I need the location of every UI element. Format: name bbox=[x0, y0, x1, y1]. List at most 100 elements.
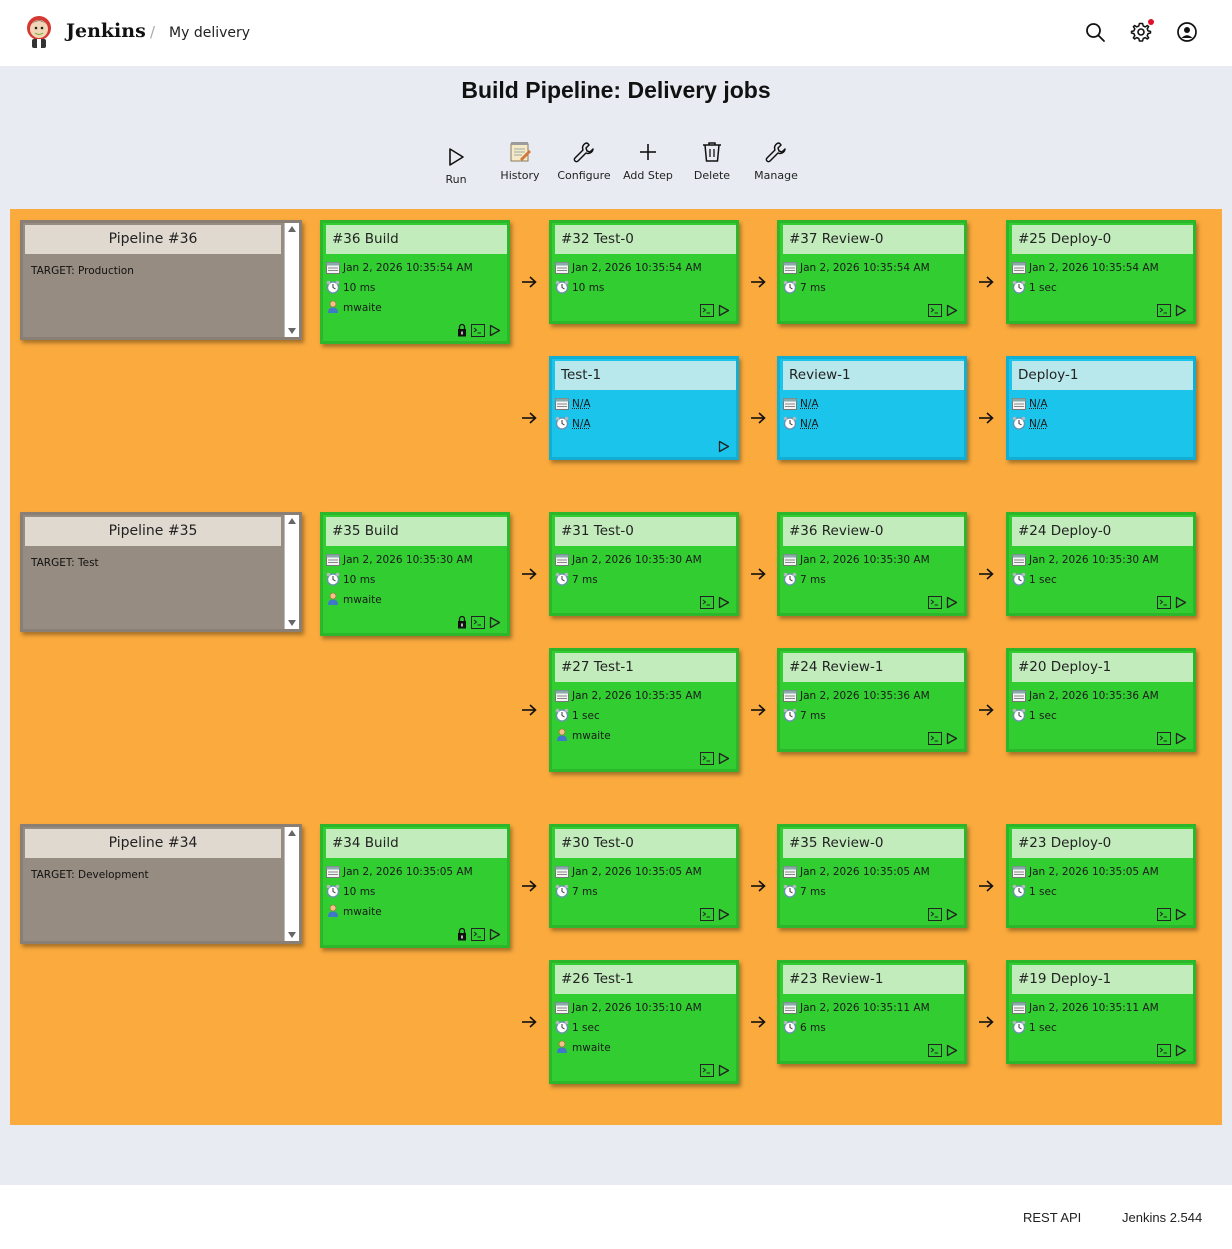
rerun-button[interactable] bbox=[1175, 1042, 1187, 1061]
history-button[interactable]: History bbox=[488, 140, 552, 182]
scroll-up-icon[interactable] bbox=[288, 830, 296, 836]
console-button[interactable] bbox=[1157, 1042, 1171, 1061]
user-account-icon[interactable] bbox=[1176, 21, 1198, 43]
card-title[interactable]: #24 Review-1 bbox=[783, 653, 964, 682]
card-title[interactable]: #32 Test-0 bbox=[555, 225, 736, 254]
rerun-button[interactable] bbox=[489, 322, 501, 341]
console-button[interactable] bbox=[928, 730, 942, 749]
build-card[interactable]: #34 Build Jan 2, 2026 10:35:05 AM 10 ms mwa… bbox=[320, 824, 510, 948]
brand-name[interactable]: Jenkins bbox=[66, 20, 146, 42]
card-title[interactable]: #24 Deploy-0 bbox=[1012, 517, 1193, 546]
card-title[interactable]: #36 Build bbox=[326, 225, 507, 254]
lock-button[interactable] bbox=[457, 322, 467, 341]
scroll-up-icon[interactable] bbox=[288, 226, 296, 232]
pipeline-summary-box[interactable]: Pipeline #36 TARGET: Production bbox=[20, 220, 302, 340]
console-button[interactable] bbox=[928, 906, 942, 925]
console-button[interactable] bbox=[700, 906, 714, 925]
stage-card[interactable]: #37 Review-0 Jan 2, 2026 10:35:54 AM 7 ms bbox=[777, 220, 967, 324]
stage-card[interactable]: #30 Test-0 Jan 2, 2026 10:35:05 AM 7 ms bbox=[549, 824, 739, 928]
pipeline-title[interactable]: Pipeline #35 bbox=[25, 517, 281, 546]
rerun-button[interactable] bbox=[718, 594, 730, 613]
rerun-button[interactable] bbox=[718, 438, 730, 457]
console-button[interactable] bbox=[1157, 906, 1171, 925]
stage-card[interactable]: Review-1 N/A N/A bbox=[777, 356, 967, 460]
console-button[interactable] bbox=[700, 594, 714, 613]
rerun-button[interactable] bbox=[946, 302, 958, 321]
lock-button[interactable] bbox=[457, 614, 467, 633]
stage-card[interactable]: Test-1 N/A N/A bbox=[549, 356, 739, 460]
pipeline-title[interactable]: Pipeline #34 bbox=[25, 829, 281, 858]
stage-card[interactable]: #26 Test-1 Jan 2, 2026 10:35:10 AM 1 sec mw… bbox=[549, 960, 739, 1084]
card-title[interactable]: Deploy-1 bbox=[1012, 361, 1193, 390]
scroll-up-icon[interactable] bbox=[288, 518, 296, 524]
manage-button[interactable]: Manage bbox=[744, 140, 808, 182]
console-button[interactable] bbox=[700, 1062, 714, 1081]
card-title[interactable]: #34 Build bbox=[326, 829, 507, 858]
rerun-button[interactable] bbox=[718, 1062, 730, 1081]
rerun-button[interactable] bbox=[1175, 302, 1187, 321]
stage-card[interactable]: #35 Review-0 Jan 2, 2026 10:35:05 AM 7 ms bbox=[777, 824, 967, 928]
scroll-down-icon[interactable] bbox=[288, 932, 296, 938]
jenkins-version-link[interactable]: Jenkins 2.544 bbox=[1122, 1210, 1202, 1225]
console-button[interactable] bbox=[1157, 302, 1171, 321]
card-title[interactable]: Test-1 bbox=[555, 361, 736, 390]
rerun-button[interactable] bbox=[718, 750, 730, 769]
lock-button[interactable] bbox=[457, 926, 467, 945]
console-button[interactable] bbox=[471, 614, 485, 633]
pipeline-summary-box[interactable]: Pipeline #35 TARGET: Test bbox=[20, 512, 302, 632]
stage-card[interactable]: #19 Deploy-1 Jan 2, 2026 10:35:11 AM 1 sec bbox=[1006, 960, 1196, 1064]
stage-card[interactable]: #24 Deploy-0 Jan 2, 2026 10:35:30 AM 1 sec bbox=[1006, 512, 1196, 616]
rest-api-link[interactable]: REST API bbox=[1023, 1210, 1081, 1225]
card-title[interactable]: #23 Deploy-0 bbox=[1012, 829, 1193, 858]
pipeline-scrollbar[interactable] bbox=[284, 515, 299, 629]
card-title[interactable]: #35 Build bbox=[326, 517, 507, 546]
rerun-button[interactable] bbox=[946, 730, 958, 749]
build-card[interactable]: #36 Build Jan 2, 2026 10:35:54 AM 10 ms mwa… bbox=[320, 220, 510, 344]
card-title[interactable]: #35 Review-0 bbox=[783, 829, 964, 858]
scroll-down-icon[interactable] bbox=[288, 620, 296, 626]
configure-button[interactable]: Configure bbox=[552, 140, 616, 182]
rerun-button[interactable] bbox=[489, 926, 501, 945]
rerun-button[interactable] bbox=[1175, 730, 1187, 749]
console-button[interactable] bbox=[928, 302, 942, 321]
console-button[interactable] bbox=[1157, 594, 1171, 613]
rerun-button[interactable] bbox=[718, 302, 730, 321]
stage-card[interactable]: #23 Review-1 Jan 2, 2026 10:35:11 AM 6 ms bbox=[777, 960, 967, 1064]
card-title[interactable]: #27 Test-1 bbox=[555, 653, 736, 682]
rerun-button[interactable] bbox=[1175, 594, 1187, 613]
rerun-button[interactable] bbox=[718, 906, 730, 925]
console-button[interactable] bbox=[928, 1042, 942, 1061]
stage-card[interactable]: #24 Review-1 Jan 2, 2026 10:35:36 AM 7 ms bbox=[777, 648, 967, 752]
console-button[interactable] bbox=[700, 750, 714, 769]
stage-card[interactable]: #31 Test-0 Jan 2, 2026 10:35:30 AM 7 ms bbox=[549, 512, 739, 616]
pipeline-summary-box[interactable]: Pipeline #34 TARGET: Development bbox=[20, 824, 302, 944]
card-title[interactable]: #25 Deploy-0 bbox=[1012, 225, 1193, 254]
delete-button[interactable]: Delete bbox=[680, 140, 744, 182]
stage-card[interactable]: #25 Deploy-0 Jan 2, 2026 10:35:54 AM 1 sec bbox=[1006, 220, 1196, 324]
card-title[interactable]: #36 Review-0 bbox=[783, 517, 964, 546]
run-button[interactable]: Run bbox=[424, 146, 488, 186]
console-button[interactable] bbox=[471, 322, 485, 341]
rerun-button[interactable] bbox=[1175, 906, 1187, 925]
pipeline-scrollbar[interactable] bbox=[284, 223, 299, 337]
console-button[interactable] bbox=[928, 594, 942, 613]
card-title[interactable]: #26 Test-1 bbox=[555, 965, 736, 994]
console-button[interactable] bbox=[700, 302, 714, 321]
breadcrumb-my-delivery[interactable]: My delivery bbox=[169, 25, 250, 41]
search-icon[interactable] bbox=[1084, 21, 1106, 43]
card-title[interactable]: #37 Review-0 bbox=[783, 225, 964, 254]
jenkins-logo-icon[interactable] bbox=[24, 14, 54, 50]
console-button[interactable] bbox=[1157, 730, 1171, 749]
card-title[interactable]: #30 Test-0 bbox=[555, 829, 736, 858]
card-title[interactable]: #31 Test-0 bbox=[555, 517, 736, 546]
card-title[interactable]: #23 Review-1 bbox=[783, 965, 964, 994]
add-step-button[interactable]: Add Step bbox=[616, 140, 680, 182]
rerun-button[interactable] bbox=[946, 906, 958, 925]
card-title[interactable]: Review-1 bbox=[783, 361, 964, 390]
stage-card[interactable]: #20 Deploy-1 Jan 2, 2026 10:35:36 AM 1 sec bbox=[1006, 648, 1196, 752]
console-button[interactable] bbox=[471, 926, 485, 945]
build-card[interactable]: #35 Build Jan 2, 2026 10:35:30 AM 10 ms mwa… bbox=[320, 512, 510, 636]
card-title[interactable]: #20 Deploy-1 bbox=[1012, 653, 1193, 682]
rerun-button[interactable] bbox=[946, 594, 958, 613]
stage-card[interactable]: #36 Review-0 Jan 2, 2026 10:35:30 AM 7 ms bbox=[777, 512, 967, 616]
